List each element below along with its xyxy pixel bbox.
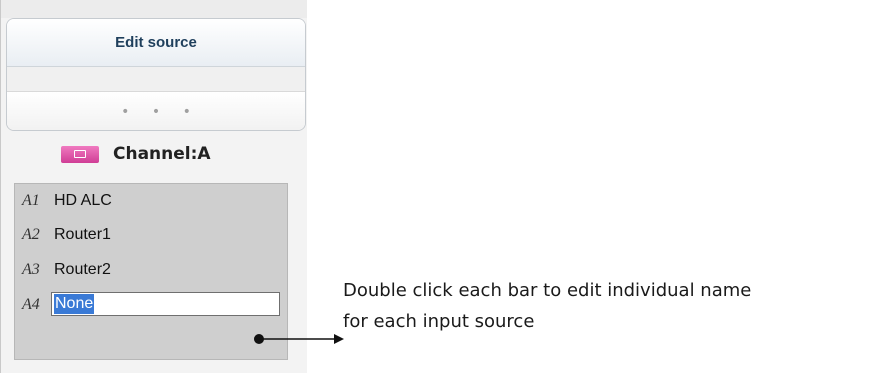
card-spacer: [7, 67, 305, 92]
edit-source-header[interactable]: Edit source: [7, 19, 305, 67]
source-name: Router2: [54, 261, 111, 278]
annotation-text: Double click each bar to edit individual…: [343, 275, 751, 337]
annotation-line-2: for each input source: [343, 311, 535, 332]
edit-source-card: Edit source • • •: [6, 18, 306, 131]
annotation-line-1: Double click each bar to edit individual…: [343, 280, 752, 301]
source-row-a1[interactable]: A1 HD ALC: [15, 184, 287, 218]
right-arrow-icon: [254, 334, 344, 344]
more-options-button[interactable]: • • •: [7, 92, 305, 130]
source-panel: Edit source • • • Channel:A A1 HD ALC A2…: [0, 0, 307, 373]
source-id: A1: [22, 192, 40, 209]
channel-header: Channel:A: [61, 142, 211, 166]
source-name: Router1: [54, 226, 111, 243]
source-id: A3: [22, 261, 40, 278]
source-row-a3[interactable]: A3 Router2: [15, 253, 287, 287]
source-id: A4: [22, 296, 40, 313]
source-row-a4[interactable]: A4 None: [15, 288, 287, 322]
channel-label: Channel:A: [113, 144, 211, 164]
edit-source-title: Edit source: [115, 34, 197, 51]
dots-icon: • • •: [121, 104, 200, 120]
selected-text: None: [54, 294, 95, 314]
source-list: A1 HD ALC A2 Router1 A3 Router2 A4 None: [14, 183, 288, 360]
top-strip: [1, 0, 307, 18]
channel-monitor-icon: [61, 145, 99, 163]
source-name-input[interactable]: None: [51, 292, 280, 316]
source-name: HD ALC: [54, 192, 112, 209]
source-row-a2[interactable]: A2 Router1: [15, 218, 287, 252]
source-id: A2: [22, 226, 40, 243]
